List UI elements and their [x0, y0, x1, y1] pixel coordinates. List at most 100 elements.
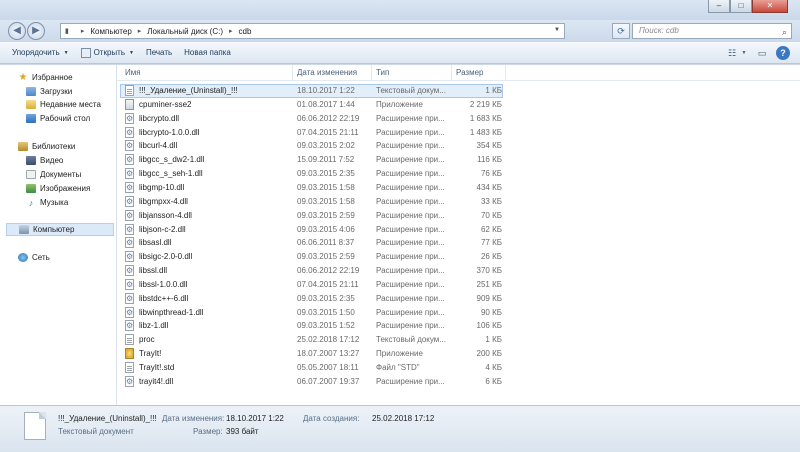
maximize-button[interactable]: □	[730, 0, 752, 13]
file-row[interactable]: libwinpthread-1.dll 09.03.2015 1:50 Расшир…	[117, 306, 800, 320]
file-row[interactable]: cpuminer-sse2 01.08.2017 1:44 Приложение 2 …	[117, 98, 800, 112]
help-icon[interactable]: ?	[776, 46, 790, 60]
file-size: 76 КБ	[480, 169, 502, 179]
breadcrumb-cdb[interactable]: cdb	[239, 27, 252, 36]
nav-recent[interactable]: Недавние места	[26, 98, 101, 111]
file-row[interactable]: libstdc++-6.dll 09.03.2015 2:35 Расширение…	[117, 292, 800, 306]
preview-pane-icon[interactable]: ▭	[754, 45, 770, 61]
refresh-button[interactable]: ⟳	[612, 23, 630, 39]
file-row[interactable]: libjson-c-2.dll 09.03.2015 4:06 Расширение…	[117, 223, 800, 237]
file-type: Расширение при...	[376, 252, 445, 262]
file-row[interactable]: libgmpxx-4.dll 09.03.2015 1:58 Расширение …	[117, 195, 800, 209]
chevron-right-icon: ▸	[229, 28, 233, 35]
file-date-modified: 09.03.2015 2:59	[297, 252, 355, 262]
address-bar[interactable]: ▮ ▸ Компьютер ▸ Локальный диск (C:) ▸ cd…	[60, 23, 565, 39]
computer-icon	[19, 225, 29, 234]
file-row[interactable]: libssl.dll 06.06.2012 22:19 Расширение при…	[117, 264, 800, 278]
dll-icon	[125, 320, 134, 332]
file-row[interactable]: libsasl.dll 06.06.2011 8:37 Расширение при…	[117, 236, 800, 250]
column-divider[interactable]	[451, 65, 452, 81]
back-button[interactable]: ◀	[8, 22, 26, 40]
file-row[interactable]: libcurl-4.dll 09.03.2015 2:02 Расширение п…	[117, 139, 800, 153]
file-row[interactable]: libssl-1.0.0.dll 07.04.2015 21:11 Расширен…	[117, 278, 800, 292]
file-date-modified: 09.03.2015 2:35	[297, 169, 355, 179]
column-name[interactable]: Имя	[125, 68, 141, 77]
file-row[interactable]: TrayIt!.std 05.05.2007 18:11 Файл "STD" 4 К…	[117, 361, 800, 375]
print-button[interactable]: Печать	[146, 48, 172, 57]
dll-icon	[125, 112, 134, 124]
file-type: Расширение при...	[376, 113, 445, 123]
file-name: libgmp-10.dll	[139, 182, 185, 192]
file-list: Имя Дата изменения Тип Размер !!!_Удален…	[117, 65, 800, 405]
file-row[interactable]: libjansson-4.dll 09.03.2015 2:59 Расширени…	[117, 209, 800, 223]
nav-downloads[interactable]: Загрузки	[26, 85, 72, 98]
nav-video[interactable]: Видео	[26, 154, 63, 167]
arrow-left-icon: ◀	[13, 25, 21, 36]
view-dropdown-icon[interactable]: ▼	[740, 45, 748, 61]
nav-libraries[interactable]: Библиотеки	[18, 140, 75, 153]
nav-documents[interactable]: Документы	[26, 168, 81, 181]
column-size[interactable]: Размер	[456, 68, 484, 77]
minimize-button[interactable]: –	[708, 0, 730, 13]
file-row[interactable]: libz-1.dll 09.03.2015 1:52 Расширение при.…	[117, 319, 800, 333]
network-icon	[18, 253, 28, 262]
file-row[interactable]: libgcc_s_seh-1.dll 09.03.2015 2:35 Расшире…	[117, 167, 800, 181]
dll-icon	[125, 265, 134, 277]
file-row[interactable]: libgcc_s_dw2-1.dll 15.09.2011 7:52 Расшире…	[117, 153, 800, 167]
open-button[interactable]: Открыть ▼	[80, 47, 134, 58]
nav-label: Видео	[40, 156, 64, 165]
details-modified-label: Дата изменения:	[162, 414, 225, 423]
file-date-modified: 15.09.2011 7:52	[297, 155, 355, 165]
file-row[interactable]: libcrypto.dll 06.06.2012 22:19 Расширение …	[117, 112, 800, 126]
forward-button[interactable]: ▶	[27, 22, 45, 40]
breadcrumb-local-disk[interactable]: Локальный диск (C:)	[147, 27, 223, 36]
column-divider[interactable]	[371, 65, 372, 81]
file-row[interactable]: trayit4!.dll 06.07.2007 19:37 Расширение п…	[117, 375, 800, 389]
chevron-down-icon: ▼	[128, 49, 134, 56]
file-size: 354 КБ	[476, 141, 502, 151]
file-size: 70 КБ	[480, 210, 502, 220]
file-name: TrayIt!.std	[139, 363, 175, 372]
nav-images[interactable]: Изображения	[26, 182, 90, 195]
column-divider[interactable]	[505, 65, 506, 81]
nav-label: Загрузки	[40, 87, 73, 96]
file-date-modified: 18.07.2007 13:27	[297, 349, 360, 359]
file-row[interactable]: libgmp-10.dll 09.03.2015 1:58 Расширение п…	[117, 181, 800, 195]
file-row[interactable]: libcrypto-1.0.0.dll 07.04.2015 21:11 Расши…	[117, 126, 800, 140]
document-icon	[80, 47, 91, 58]
nav-label: Библиотеки	[32, 142, 76, 151]
search-icon: ⌕	[781, 27, 787, 37]
file-row[interactable]: libsigc-2.0-0.dll 09.03.2015 2:59 Расширен…	[117, 250, 800, 264]
file-name: libjansson-4.dll	[139, 210, 192, 220]
nav-network[interactable]: Сеть	[18, 251, 50, 264]
file-type: Расширение при...	[376, 293, 445, 303]
file-date-modified: 06.06.2011 8:37	[297, 238, 355, 248]
nav-label: Сеть	[32, 253, 50, 262]
view-options-icon[interactable]: ☷	[724, 45, 740, 61]
music-icon: ♪	[28, 197, 34, 208]
file-row[interactable]: TrayIt! 18.07.2007 13:27 Приложение 200 КБ	[117, 347, 800, 361]
nav-computer[interactable]: Компьютер	[6, 223, 114, 236]
file-row[interactable]: proc 25.02.2018 17:12 Текстовый докум... 1 …	[117, 333, 800, 347]
details-size-label: Размер:	[193, 427, 223, 436]
chevron-down-icon[interactable]: ▼	[554, 27, 560, 33]
nav-music[interactable]: ♪ Музыка	[26, 196, 69, 209]
nav-favorites[interactable]: ★ Избранное	[18, 71, 73, 84]
column-type[interactable]: Тип	[376, 68, 389, 77]
chevron-right-icon: ▸	[80, 28, 85, 35]
close-button[interactable]: ✕	[752, 0, 788, 13]
file-name: cpuminer-sse2	[139, 99, 192, 109]
column-date[interactable]: Дата изменения	[297, 68, 357, 77]
file-date-modified: 07.04.2015 21:11	[297, 127, 359, 137]
new-folder-button[interactable]: Новая папка	[184, 48, 231, 57]
search-input[interactable]: Поиск: cdb ⌕	[632, 23, 792, 39]
file-date-modified: 18.10.2017 1:22	[297, 86, 355, 95]
breadcrumb-computer[interactable]: Компьютер	[90, 27, 131, 36]
file-size: 370 КБ	[476, 266, 502, 276]
file-row[interactable]: !!!_Удаление_(Uninstall)_!!! 18.10.2017 1…	[117, 84, 800, 98]
file-type: Файл "STD"	[376, 363, 420, 372]
organize-button[interactable]: Упорядочить ▼	[12, 48, 69, 57]
nav-desktop[interactable]: Рабочий стол	[26, 112, 90, 125]
column-divider[interactable]	[292, 65, 293, 81]
text-file-icon	[125, 85, 134, 96]
